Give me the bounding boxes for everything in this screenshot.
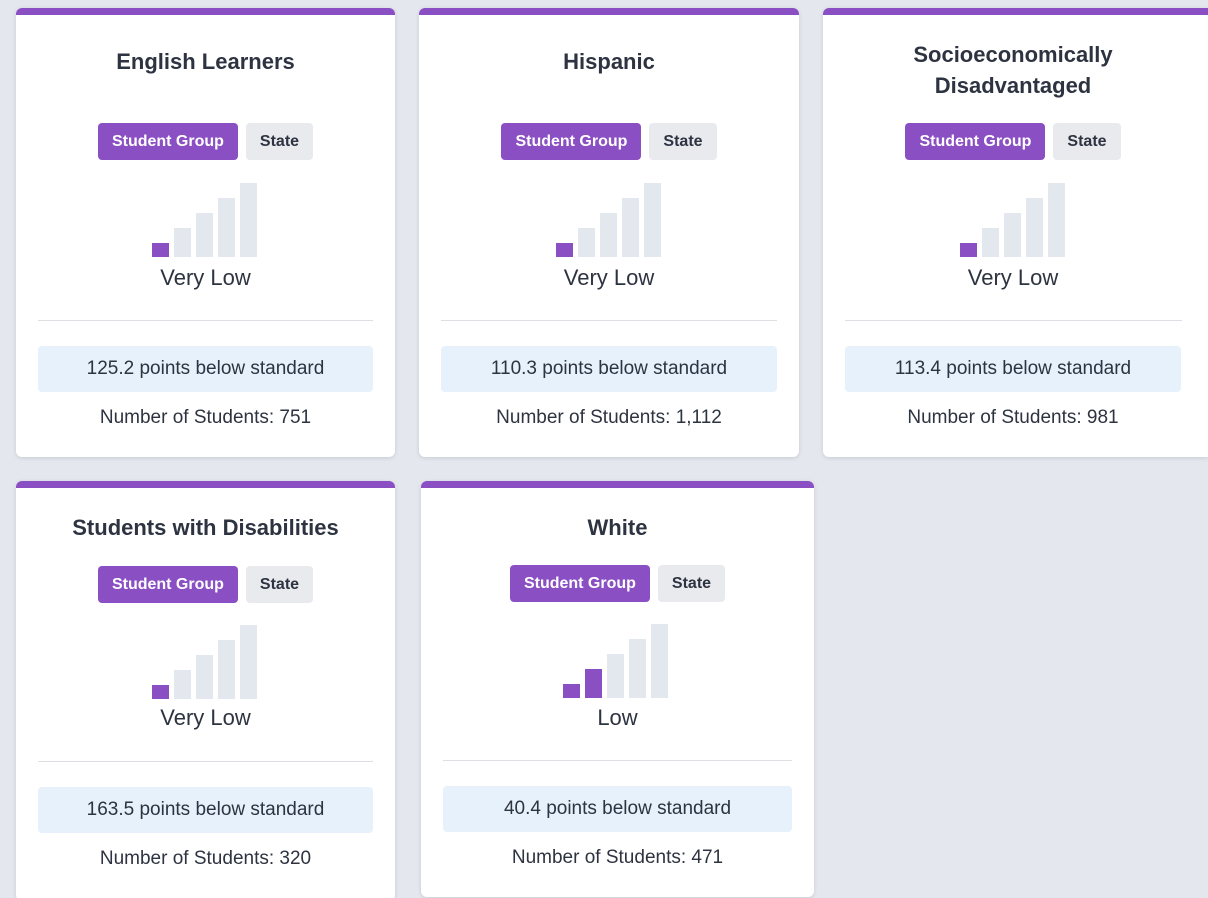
state-tab[interactable]: State (1053, 123, 1121, 160)
performance-level-icon (152, 625, 258, 699)
level-bar (240, 625, 257, 699)
student-group-tab[interactable]: Student Group (509, 565, 650, 602)
level-bar (174, 670, 191, 699)
card-title: Students with Disabilities (16, 512, 395, 543)
student-group-tab[interactable]: Student Group (501, 123, 642, 160)
student-group-tab[interactable]: Student Group (97, 566, 238, 603)
level-bar (960, 243, 977, 257)
student-group-card: Students with Disabilities Student Group… (16, 481, 395, 898)
divider (441, 320, 777, 321)
distance-from-standard: 110.3 points below standard (441, 346, 777, 392)
level-bar (196, 213, 213, 257)
student-count: Number of Students: 471 (511, 847, 724, 868)
level-bar (1004, 213, 1021, 257)
student-group-card: English Learners Student Group State Ver… (16, 8, 395, 457)
distance-from-standard: 125.2 points below standard (38, 346, 373, 392)
divider (845, 320, 1182, 321)
level-bar (982, 228, 999, 257)
card-title: White (421, 512, 814, 543)
level-bar (152, 243, 169, 257)
level-bar (1048, 183, 1065, 257)
level-bar (152, 685, 169, 699)
level-bar (607, 654, 624, 698)
student-count: Number of Students: 981 (907, 407, 1119, 428)
student-count: Number of Students: 751 (99, 407, 312, 428)
level-bar (218, 198, 235, 257)
level-bar (174, 228, 191, 257)
card-title: Hispanic (419, 46, 799, 77)
state-tab[interactable]: State (245, 123, 314, 160)
level-bar (600, 213, 617, 257)
student-group-card: Socioeconomically Disadvantaged Student … (823, 8, 1208, 457)
student-group-tab[interactable]: Student Group (97, 123, 238, 160)
performance-level-icon (563, 624, 669, 698)
student-count: Number of Students: 1,112 (496, 407, 722, 428)
card-title-line: Socioeconomically (913, 42, 1113, 67)
student-count: Number of Students: 320 (99, 848, 312, 869)
level-bar (644, 183, 661, 257)
performance-level-label: Low (597, 705, 638, 730)
level-bar (240, 183, 257, 257)
card-title-line: Students with Disabilities (72, 515, 339, 540)
level-bar (1026, 198, 1043, 257)
divider (38, 761, 373, 762)
performance-level-icon (960, 183, 1066, 257)
card-accent-bar (419, 8, 799, 15)
distance-from-standard: 163.5 points below standard (38, 787, 373, 833)
performance-level-label: Very Low (967, 265, 1059, 290)
card-title-line: English Learners (116, 49, 295, 74)
level-bar (629, 639, 646, 698)
level-bar (196, 655, 213, 699)
level-bar (563, 684, 580, 698)
student-group-tab[interactable]: Student Group (905, 123, 1046, 160)
card-title-line: Hispanic (563, 49, 655, 74)
card-title: English Learners (16, 46, 395, 77)
card-title-line: White (587, 515, 648, 540)
level-bar (651, 624, 668, 698)
performance-level-label: Very Low (160, 265, 251, 290)
state-tab[interactable]: State (245, 566, 314, 603)
student-group-card: Hispanic Student Group State Very Low 11… (419, 8, 799, 457)
state-tab[interactable]: State (657, 565, 726, 602)
card-accent-bar (16, 8, 395, 15)
performance-level-label: Very Low (160, 705, 251, 730)
level-bar (585, 669, 602, 698)
divider (38, 320, 373, 321)
level-bar (578, 228, 595, 257)
performance-level-icon (152, 183, 258, 257)
level-bar (622, 198, 639, 257)
card-accent-bar (823, 8, 1208, 15)
divider (443, 760, 792, 761)
performance-level-label: Very Low (563, 265, 655, 290)
distance-from-standard: 113.4 points below standard (845, 346, 1181, 392)
level-bar (556, 243, 573, 257)
state-tab[interactable]: State (649, 123, 717, 160)
performance-level-icon (556, 183, 662, 257)
level-bar (218, 640, 235, 699)
student-group-card: White Student Group State Low 40.4 point… (421, 481, 814, 897)
card-accent-bar (421, 481, 814, 488)
card-title-line: Disadvantaged (934, 73, 1092, 98)
distance-from-standard: 40.4 points below standard (443, 786, 792, 832)
card-title: Socioeconomically Disadvantaged (823, 39, 1203, 101)
card-accent-bar (16, 481, 395, 488)
